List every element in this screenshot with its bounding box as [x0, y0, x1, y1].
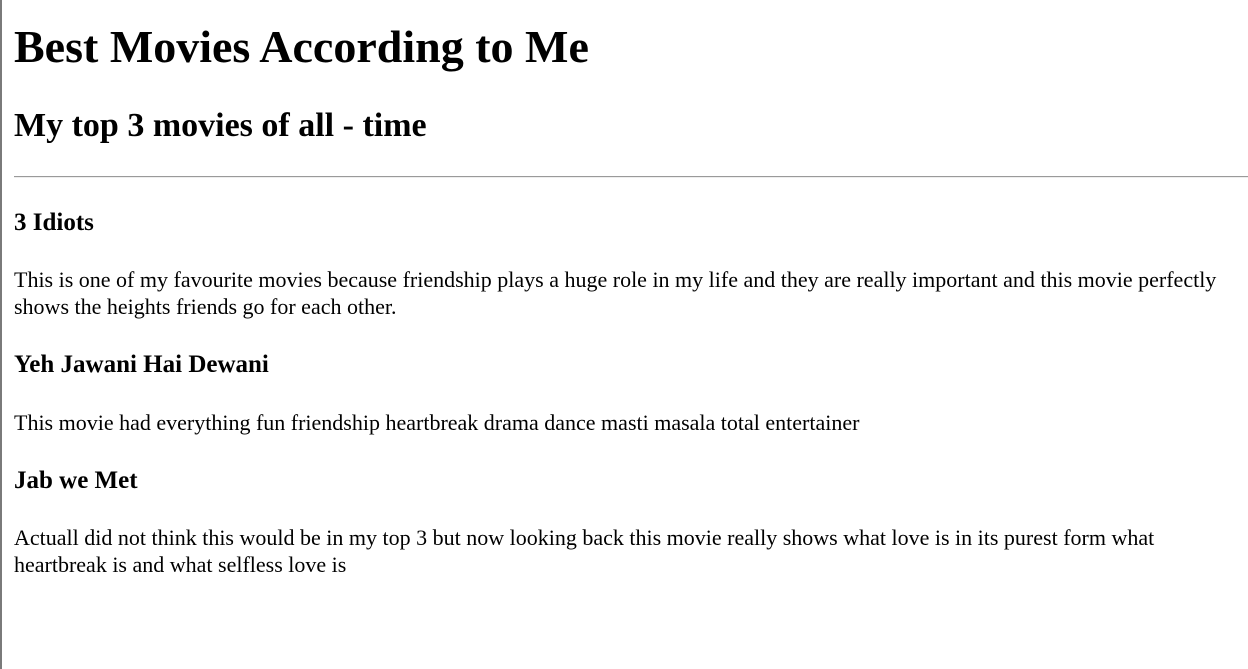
page-subtitle: My top 3 movies of all - time — [14, 107, 427, 144]
movie-description: This is one of my favourite movies becau… — [14, 267, 1217, 319]
movie-description: This movie had everything fun friendship… — [14, 410, 860, 435]
movie-title: Jab we Met — [14, 467, 138, 494]
horizontal-divider — [14, 176, 1248, 178]
page-title: Best Movies According to Me — [14, 21, 589, 72]
movie-description: Actuall did not think this would be in m… — [14, 525, 1155, 577]
window-left-border — [0, 0, 2, 669]
movie-title: 3 Idiots — [14, 209, 94, 236]
movie-title: Yeh Jawani Hai Dewani — [14, 351, 269, 378]
